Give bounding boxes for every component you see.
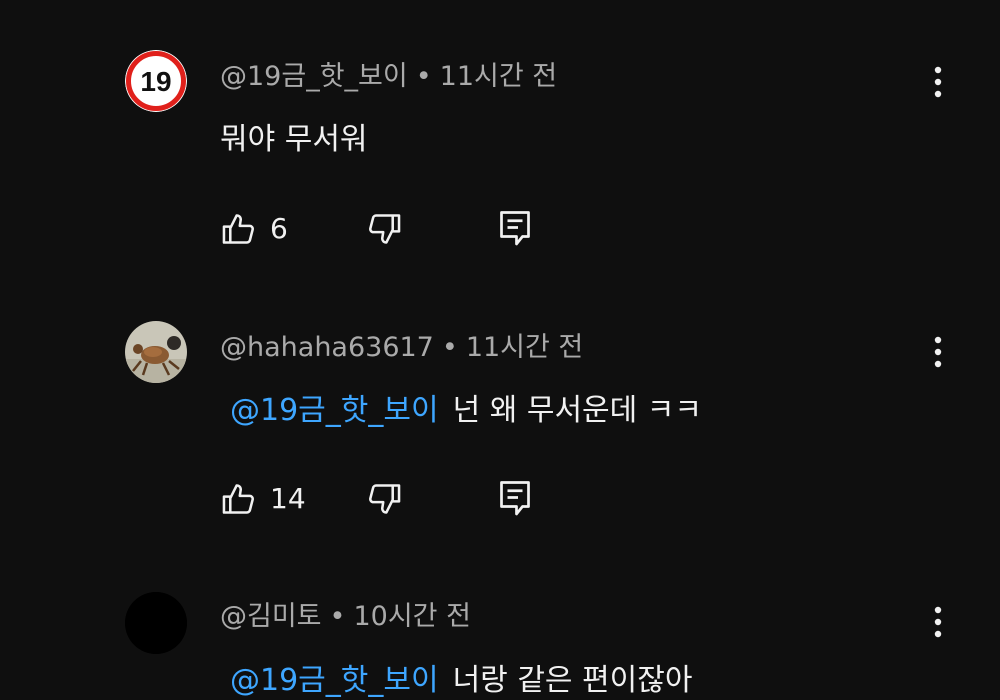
like-count: 14 bbox=[270, 482, 306, 515]
kebab-menu-icon bbox=[934, 66, 942, 98]
comment-meta: @김미토 • 10시간 전 bbox=[220, 600, 471, 634]
avatar[interactable]: 19 bbox=[125, 50, 187, 112]
like-button[interactable]: 6 bbox=[220, 208, 288, 250]
comment-menu-button[interactable] bbox=[918, 602, 958, 642]
comment-menu-button[interactable] bbox=[918, 332, 958, 372]
comment-thread: 19 @19금_핫_보이 • 11시간 전 뭐야 무서워 6 @hahaha63… bbox=[0, 0, 1000, 700]
comment-menu-button[interactable] bbox=[918, 62, 958, 102]
mention-link[interactable]: @19금_핫_보이 bbox=[230, 393, 439, 428]
thumbs-down-icon bbox=[369, 484, 401, 514]
thumbs-down-icon bbox=[369, 214, 401, 244]
meta-separator: • bbox=[415, 61, 432, 92]
reply-button[interactable] bbox=[497, 478, 533, 520]
comment-body: 너랑 같은 편이잖아 bbox=[452, 663, 693, 698]
reply-button[interactable] bbox=[497, 208, 533, 250]
comment-text: @19금_핫_보이 넌 왜 무서운데 ㅋㅋ bbox=[220, 392, 702, 430]
crab-photo-avatar-icon bbox=[125, 321, 187, 383]
age-restriction-badge-icon: 19 bbox=[125, 50, 187, 112]
comment-body: 넌 왜 무서운데 ㅋㅋ bbox=[452, 393, 702, 428]
reply-icon bbox=[500, 211, 530, 246]
mention-link[interactable]: @19금_핫_보이 bbox=[230, 663, 439, 698]
thumbs-up-icon bbox=[222, 214, 254, 244]
comment-actions: 14 bbox=[220, 478, 620, 520]
comment-text: 뭐야 무서워 bbox=[220, 121, 368, 159]
thumbs-up-icon bbox=[222, 484, 254, 514]
comment-time: 11시간 전 bbox=[439, 61, 558, 92]
kebab-menu-icon bbox=[934, 336, 942, 368]
blank-avatar-icon bbox=[125, 592, 187, 654]
comment-time: 10시간 전 bbox=[353, 601, 471, 632]
comment-author[interactable]: @hahaha63617 bbox=[220, 332, 434, 363]
comment-meta: @hahaha63617 • 11시간 전 bbox=[220, 331, 583, 365]
comment-text: @19금_핫_보이 너랑 같은 편이잖아 bbox=[220, 662, 692, 700]
comment-author[interactable]: @19금_핫_보이 bbox=[220, 61, 408, 92]
avatar[interactable] bbox=[125, 321, 187, 383]
dislike-button[interactable] bbox=[365, 208, 403, 250]
like-count: 6 bbox=[270, 212, 288, 245]
avatar[interactable] bbox=[125, 592, 187, 654]
kebab-menu-icon bbox=[934, 606, 942, 638]
comment-meta: @19금_핫_보이 • 11시간 전 bbox=[220, 60, 557, 94]
comment-body: 뭐야 무서워 bbox=[220, 122, 368, 157]
like-button[interactable]: 14 bbox=[220, 478, 306, 520]
reply-icon bbox=[500, 481, 530, 516]
dislike-button[interactable] bbox=[365, 478, 403, 520]
avatar-badge-text: 19 bbox=[140, 66, 171, 97]
meta-separator: • bbox=[441, 332, 458, 363]
comment-time: 11시간 전 bbox=[465, 332, 584, 363]
comment-actions: 6 bbox=[220, 208, 620, 250]
meta-separator: • bbox=[329, 601, 346, 632]
comment-author[interactable]: @김미토 bbox=[220, 601, 322, 632]
